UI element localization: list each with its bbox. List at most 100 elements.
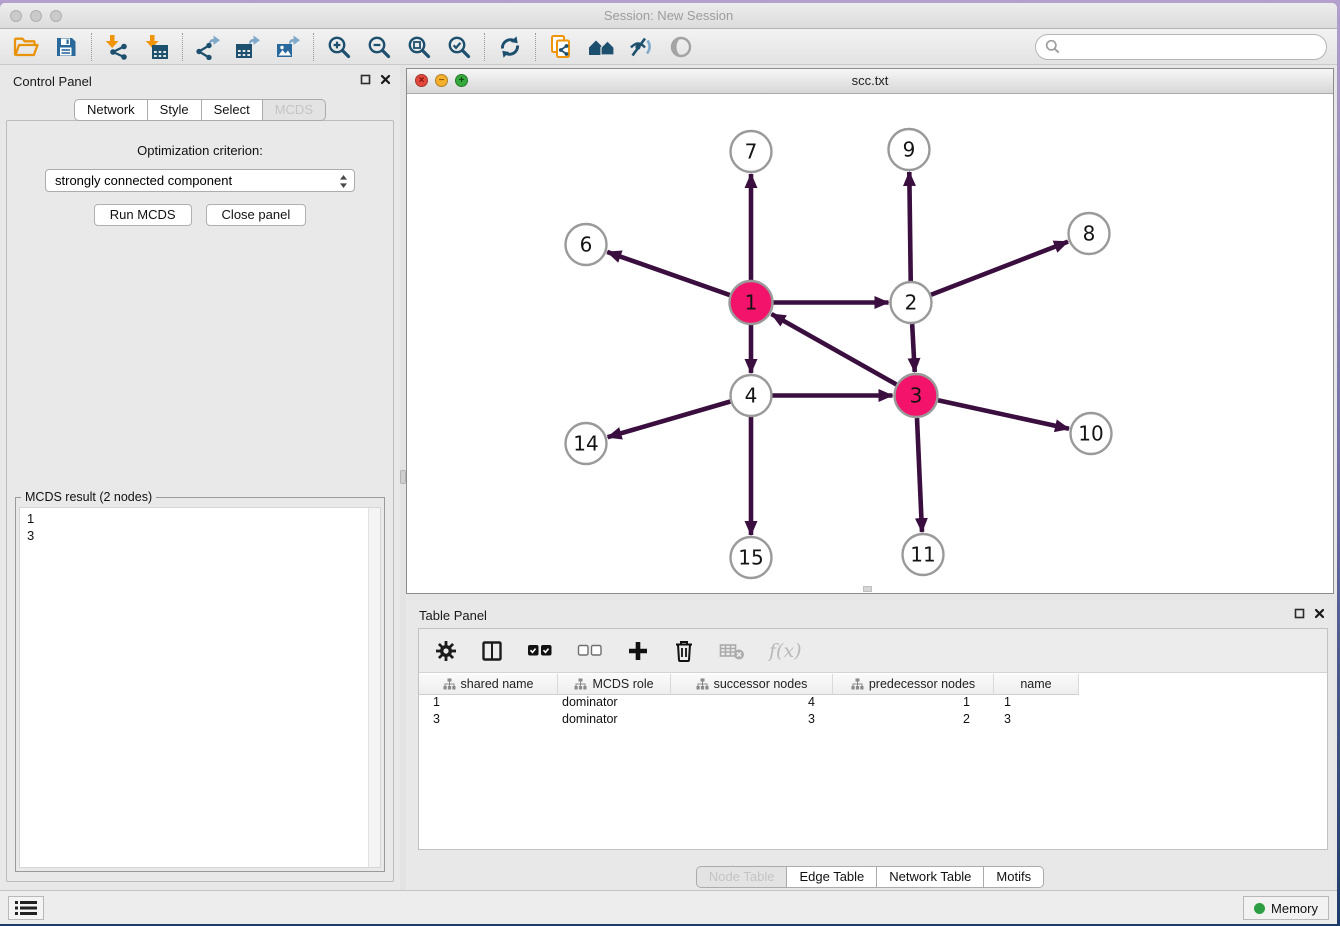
- column-header-mcds-role[interactable]: MCDS role: [558, 674, 671, 695]
- graph-node-label-10: 10: [1078, 422, 1103, 446]
- task-history-button[interactable]: [8, 896, 44, 920]
- split-pane-icon: [481, 640, 503, 662]
- graph-edge-3-10[interactable]: [938, 400, 1069, 428]
- hide-panels-button[interactable]: [621, 31, 661, 63]
- graph-node-label-9: 9: [903, 138, 916, 162]
- export-network-button[interactable]: [188, 31, 228, 63]
- table-panel-tabs: Node TableEdge TableNetwork TableMotifs: [406, 866, 1334, 888]
- canvas-resize-handle[interactable]: [863, 586, 872, 592]
- deselect-all-button[interactable]: [577, 643, 603, 658]
- gear-icon: [435, 640, 457, 662]
- network-window: × − + scc.txt 7968124314101511: [406, 68, 1334, 594]
- show-panels-button[interactable]: [661, 31, 701, 63]
- result-line: 1: [27, 510, 373, 527]
- table-row[interactable]: 3dominator323: [419, 712, 1327, 729]
- graph-edge-2-8[interactable]: [931, 242, 1068, 295]
- column-header-label: successor nodes: [714, 677, 808, 691]
- control-panel: Control Panel NetworkStyleSelectMCDS Opt…: [0, 66, 400, 890]
- function-builder-button: f(x): [769, 640, 802, 662]
- tab-node-table[interactable]: Node Table: [696, 866, 788, 888]
- close-panel-button[interactable]: Close panel: [206, 204, 307, 226]
- toolbar-separator: [535, 33, 536, 61]
- mcds-result-group: MCDS result (2 nodes) 13: [15, 497, 385, 872]
- table-row[interactable]: 1dominator411: [419, 695, 1327, 712]
- zoom-fit-button[interactable]: [399, 31, 439, 63]
- criterion-dropdown[interactable]: strongly connected component: [45, 169, 355, 192]
- network-maximize-button[interactable]: +: [455, 74, 468, 87]
- result-line: 3: [27, 527, 373, 544]
- add-column-button[interactable]: [627, 640, 649, 662]
- zoom-in-button[interactable]: [319, 31, 359, 63]
- close-window-button[interactable]: [10, 10, 22, 22]
- export-image-icon: [275, 34, 301, 60]
- zoom-selected-icon: [446, 34, 472, 60]
- search-field[interactable]: [1035, 34, 1327, 60]
- toggle-panes-button[interactable]: [481, 640, 503, 662]
- graph-edge-4-14[interactable]: [608, 402, 731, 438]
- graph-edge-3-1[interactable]: [771, 314, 896, 384]
- graph-edge-1-6[interactable]: [607, 252, 730, 295]
- column-header-shared-name[interactable]: shared name: [419, 674, 558, 695]
- run-mcds-button[interactable]: Run MCDS: [94, 204, 192, 226]
- export-table-icon: [235, 34, 261, 60]
- network-minimize-button[interactable]: −: [435, 74, 448, 87]
- import-network-button[interactable]: [97, 31, 137, 63]
- export-network-icon: [195, 34, 221, 60]
- table-header-row: shared nameMCDS role successor nodes prede…: [419, 674, 1327, 695]
- column-header-name[interactable]: name: [994, 674, 1079, 695]
- statusbar: Memory: [0, 890, 1337, 924]
- save-icon: [54, 35, 78, 59]
- tab-select[interactable]: Select: [201, 99, 263, 121]
- table-cell: 4: [671, 695, 833, 712]
- control-panel-tabs: NetworkStyleSelectMCDS: [0, 99, 400, 121]
- select-all-button[interactable]: [527, 643, 553, 658]
- tab-style[interactable]: Style: [147, 99, 202, 121]
- table-cell: 1: [833, 695, 994, 712]
- network-close-button[interactable]: ×: [415, 74, 428, 87]
- tab-mcds[interactable]: MCDS: [262, 99, 326, 121]
- delete-column-button[interactable]: [673, 639, 695, 663]
- column-header-label: name: [1020, 677, 1051, 691]
- graph-node-label-4: 4: [745, 384, 758, 408]
- table-panel-title: Table Panel: [419, 608, 487, 623]
- column-header-successor-nodes[interactable]: successor nodes: [671, 674, 833, 695]
- trash-icon: [673, 639, 695, 663]
- zoom-selected-button[interactable]: [439, 31, 479, 63]
- home-button[interactable]: [581, 31, 621, 63]
- float-table-panel-icon[interactable]: [1294, 608, 1305, 619]
- tab-motifs[interactable]: Motifs: [983, 866, 1044, 888]
- table-settings-button[interactable]: [435, 640, 457, 662]
- float-panel-icon[interactable]: [360, 74, 371, 85]
- column-header-predecessor-nodes[interactable]: predecessor nodes: [833, 674, 994, 695]
- search-input[interactable]: [1060, 39, 1326, 54]
- network-graph[interactable]: 7968124314101511: [407, 94, 1333, 593]
- graph-edge-2-3[interactable]: [912, 324, 915, 372]
- close-table-panel-icon[interactable]: [1314, 608, 1325, 619]
- memory-button[interactable]: Memory: [1243, 896, 1329, 920]
- open-folder-button[interactable]: [6, 31, 46, 63]
- zoom-out-button[interactable]: [359, 31, 399, 63]
- zoom-window-button[interactable]: [50, 10, 62, 22]
- toolbar-separator: [484, 33, 485, 61]
- network-canvas[interactable]: 7968124314101511: [407, 94, 1333, 593]
- duplicate-network-button[interactable]: [541, 31, 581, 63]
- graph-edge-3-11[interactable]: [917, 418, 922, 532]
- tab-edge-table[interactable]: Edge Table: [786, 866, 877, 888]
- table-cell: 2: [833, 712, 994, 729]
- toolbar-separator: [91, 33, 92, 61]
- apply-layout-button[interactable]: [490, 31, 530, 63]
- export-image-button[interactable]: [268, 31, 308, 63]
- graph-node-label-3: 3: [910, 384, 923, 408]
- home-icon: [587, 35, 615, 59]
- result-scrollbar[interactable]: [368, 508, 380, 867]
- tab-network[interactable]: Network: [74, 99, 148, 121]
- save-session-button[interactable]: [46, 31, 86, 63]
- graph-edge-2-9[interactable]: [909, 172, 910, 281]
- import-table-button[interactable]: [137, 31, 177, 63]
- close-panel-icon[interactable]: [380, 74, 391, 85]
- tab-network-table[interactable]: Network Table: [876, 866, 984, 888]
- graph-node-label-1: 1: [745, 291, 758, 315]
- export-table-button[interactable]: [228, 31, 268, 63]
- control-panel-header: Control Panel: [0, 66, 400, 96]
- minimize-window-button[interactable]: [30, 10, 42, 22]
